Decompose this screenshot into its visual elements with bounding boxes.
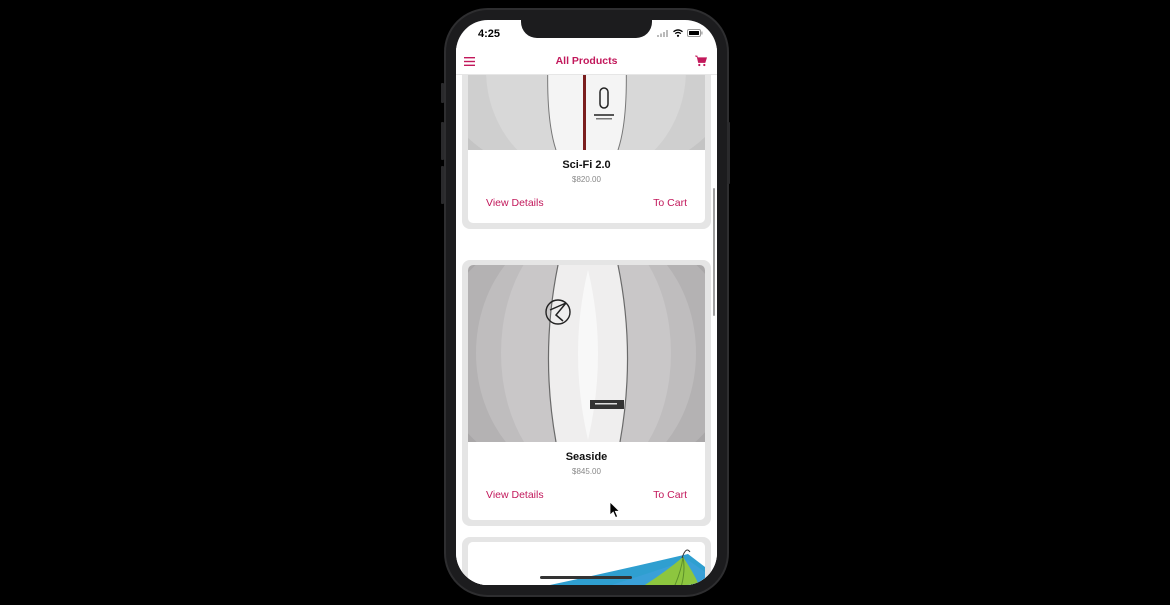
product-name: Sci-Fi 2.0 <box>562 159 611 171</box>
battery-icon <box>687 29 703 37</box>
app-screen: 4:25 All Products Sci-Fi 2.0 $820.00 Vie… <box>456 20 717 585</box>
phone-notch <box>521 18 652 38</box>
product-list[interactable]: Sci-Fi 2.0 $820.00 View Details To Cart <box>456 75 717 585</box>
to-cart-button[interactable]: To Cart <box>653 489 687 501</box>
product-name: Seaside <box>565 451 608 463</box>
page-title: All Products <box>555 55 618 67</box>
status-time: 4:25 <box>478 28 501 40</box>
volume-up-button <box>441 122 444 160</box>
product-card-inner: Seaside $845.00 View Details To Cart <box>468 265 705 520</box>
wifi-icon <box>673 29 683 37</box>
home-indicator[interactable] <box>540 576 632 579</box>
volume-down-button <box>441 166 444 204</box>
shopping-cart-icon[interactable] <box>695 55 707 67</box>
product-card: Seaside $845.00 View Details To Cart <box>462 260 711 526</box>
product-price: $845.00 <box>572 467 601 476</box>
mouse-cursor-icon <box>609 501 621 519</box>
surfboard-image <box>468 265 705 442</box>
signal-icon <box>657 29 668 37</box>
view-details-button[interactable]: View Details <box>486 197 544 209</box>
navigation-bar: All Products <box>456 48 717 75</box>
product-price: $820.00 <box>572 175 601 184</box>
to-cart-button[interactable]: To Cart <box>653 197 687 209</box>
mute-switch <box>441 83 444 103</box>
status-icons <box>657 29 703 37</box>
view-details-button[interactable]: View Details <box>486 489 544 501</box>
surfboard-image <box>468 75 705 150</box>
power-button <box>727 122 730 184</box>
product-card: Sci-Fi 2.0 $820.00 View Details To Cart <box>462 75 711 229</box>
scrollbar[interactable] <box>713 188 715 316</box>
product-card-inner: Sci-Fi 2.0 $820.00 View Details To Cart <box>468 75 705 223</box>
